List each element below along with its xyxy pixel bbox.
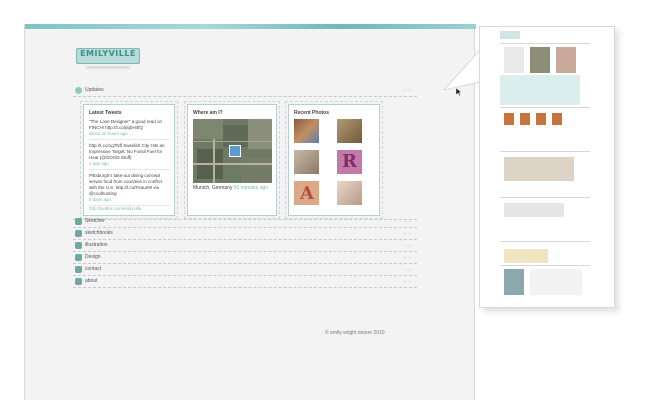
logo-text: EMILYVILLE xyxy=(80,49,136,58)
location-place: Munich, Germany xyxy=(193,185,233,191)
section-toggle-link[interactable]: ←← xyxy=(403,266,413,272)
tweet-text[interactable]: http://t.co/1g7l5fl Swedish City Hits an… xyxy=(89,143,171,161)
latest-tweets-panel: Latest Tweets "The Lone Designer" a good… xyxy=(80,101,178,219)
logo-shadow xyxy=(86,66,130,69)
section-label: about xyxy=(85,278,98,284)
site-logo[interactable]: EMILYVILLE xyxy=(76,44,140,69)
section-sketcher[interactable]: Sketcher ←← xyxy=(73,217,417,228)
location-marker-icon[interactable] xyxy=(229,145,241,157)
photo-letter-r: R xyxy=(342,151,357,172)
updates-panel: Latest Tweets "The Lone Designer" a good… xyxy=(73,98,417,220)
section-about[interactable]: about ←← xyxy=(73,277,417,288)
callout-pointer xyxy=(444,48,481,91)
photo-letter-a: A xyxy=(300,183,314,204)
location-caption: Munich, Germany 50 minutes ago xyxy=(193,185,268,191)
section-toggle-link[interactable]: ←← xyxy=(403,254,413,260)
section-icon xyxy=(75,254,82,261)
section-label: sketchbooks xyxy=(85,230,113,236)
tweet-text[interactable]: Pittsburgh's take-out dining concept ser… xyxy=(89,173,171,197)
section-toggle-link[interactable]: ←← xyxy=(403,87,413,93)
section-icon xyxy=(75,230,82,237)
twitter-profile-link[interactable]: http://twitter.com/emilyville xyxy=(89,206,141,211)
section-icon xyxy=(75,278,82,285)
photo-thumbnail[interactable] xyxy=(337,181,362,205)
section-icon xyxy=(75,266,82,273)
section-icon xyxy=(75,218,82,225)
section-sketchbooks[interactable]: sketchbooks ←← xyxy=(73,229,417,240)
section-illustration[interactable]: illustration ←← xyxy=(73,241,417,252)
photo-thumbnail[interactable] xyxy=(337,119,362,143)
section-icon xyxy=(75,242,82,249)
main-page: EMILYVILLE Updates ←← Latest Tweets "The… xyxy=(24,24,476,400)
tweet-item: http://t.co/1g7l5fl Swedish City Hits an… xyxy=(89,143,171,170)
tweet-item: Pittsburgh's take-out dining concept ser… xyxy=(89,173,171,206)
section-contact[interactable]: contact ←← xyxy=(73,265,417,276)
photo-thumbnail[interactable] xyxy=(294,150,319,174)
recent-photos-panel: Recent Photos R A xyxy=(285,101,383,219)
section-label: Sketcher xyxy=(85,218,105,224)
section-toggle-link[interactable]: ←← xyxy=(403,278,413,284)
full-page-preview xyxy=(479,26,615,308)
photo-thumbnail[interactable]: R xyxy=(337,150,362,174)
photos-title: Recent Photos xyxy=(294,110,330,116)
section-toggle-link[interactable]: ←← xyxy=(403,230,413,236)
location-time: 50 minutes ago xyxy=(233,185,269,191)
section-label: Design xyxy=(85,254,101,260)
section-design[interactable]: Design ←← xyxy=(73,253,417,264)
tweet-item: "The Lone Designer" a good read on FINCH… xyxy=(89,119,171,140)
section-label: Updates xyxy=(85,87,104,93)
photo-thumbnail[interactable] xyxy=(294,119,319,143)
tweet-text[interactable]: "The Lone Designer" a good read on FINCH… xyxy=(89,119,171,131)
updates-icon xyxy=(75,87,82,94)
where-am-i-panel: Where am I? Munich, Germany 50 minutes a… xyxy=(184,101,280,219)
location-map[interactable] xyxy=(193,119,272,183)
section-toggle-link[interactable]: ←← xyxy=(403,242,413,248)
section-label: illustration xyxy=(85,242,108,248)
section-updates[interactable]: Updates ←← xyxy=(73,86,417,97)
section-toggle-link[interactable]: ←← xyxy=(403,218,413,224)
photo-thumbnail[interactable]: A xyxy=(294,181,319,205)
tweet-date[interactable]: 5 days ago xyxy=(89,197,171,203)
tweets-title: Latest Tweets xyxy=(89,110,122,116)
top-color-bar xyxy=(25,24,476,29)
cursor-arrow-icon xyxy=(456,88,462,96)
tweet-date[interactable]: about 20 hours ago xyxy=(89,131,171,137)
where-title: Where am I? xyxy=(193,110,223,116)
tweet-date[interactable]: 1 day ago xyxy=(89,161,171,167)
section-label: contact xyxy=(85,266,102,272)
copyright-text: © emily wright moore 2010 xyxy=(325,330,385,336)
